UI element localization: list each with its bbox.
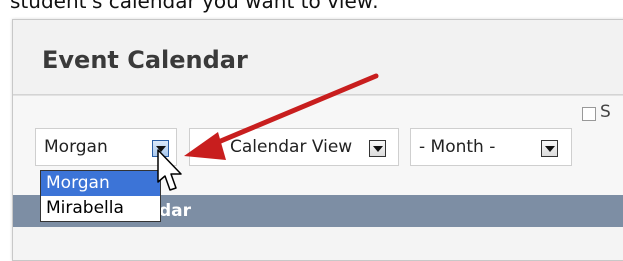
- chevron-down-icon[interactable]: [541, 140, 558, 157]
- chevron-down-icon[interactable]: [369, 140, 386, 157]
- month-select-value: - Month -: [419, 137, 496, 157]
- view-select[interactable]: Calendar View: [189, 128, 399, 166]
- calendar-header: Event Calendar: [13, 20, 623, 95]
- dropdown-option-mirabella[interactable]: Mirabella: [41, 196, 160, 221]
- filter-checkbox[interactable]: [582, 107, 596, 121]
- view-select-value: Calendar View: [230, 137, 353, 157]
- caption-text: student's calendar you want to view:: [10, 0, 379, 13]
- dropdown-option-morgan[interactable]: Morgan: [41, 171, 160, 196]
- month-select[interactable]: - Month -: [410, 128, 572, 166]
- truncated-label: S: [600, 102, 611, 122]
- calendar-bar-label: dar: [159, 201, 192, 221]
- chevron-down-icon[interactable]: [152, 140, 169, 157]
- student-dropdown-list[interactable]: Morgan Mirabella: [40, 170, 161, 222]
- student-select[interactable]: Morgan: [35, 128, 177, 166]
- student-select-value: Morgan: [44, 137, 108, 157]
- page-title: Event Calendar: [42, 46, 248, 74]
